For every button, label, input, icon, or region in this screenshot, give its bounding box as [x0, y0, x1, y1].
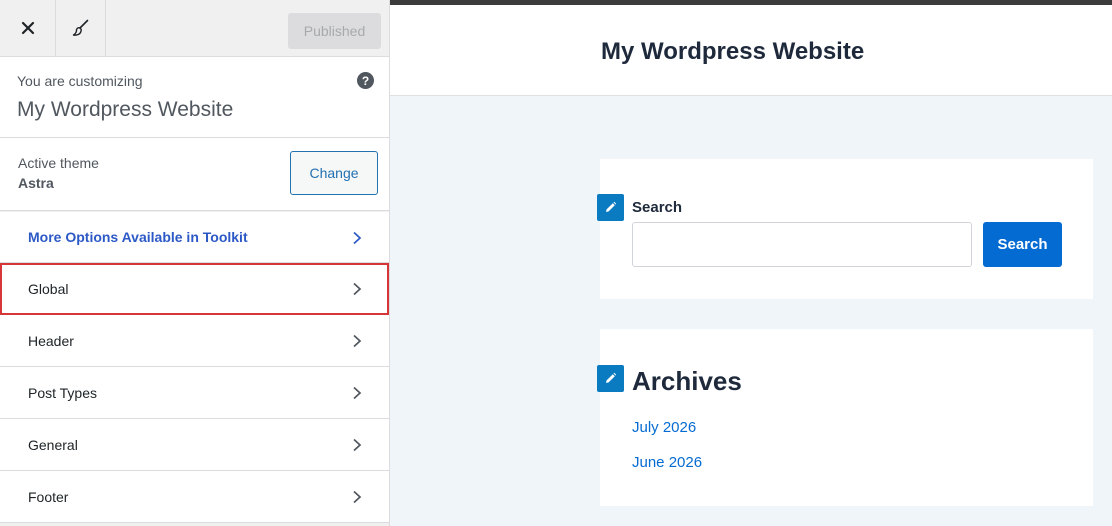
panel-label: Post Types [28, 384, 98, 401]
chevron-right-icon [353, 490, 362, 504]
active-theme-label: Active theme [18, 155, 99, 171]
edit-search-widget-button[interactable] [597, 194, 624, 221]
customizing-site-title: My Wordpress Website [17, 98, 234, 121]
panel-label: Footer [28, 488, 69, 505]
edit-archives-widget-button[interactable] [597, 365, 624, 392]
panel-post-types[interactable]: Post Types [0, 367, 389, 419]
archives-title: Archives [632, 366, 742, 396]
change-theme-button[interactable]: Change [290, 151, 378, 195]
design-preview-button[interactable] [56, 0, 106, 56]
search-input[interactable] [632, 222, 972, 267]
archive-link[interactable]: July 2026 [632, 419, 696, 436]
panel-general[interactable]: General [0, 419, 389, 471]
chevron-right-icon [353, 438, 362, 452]
brush-icon [72, 19, 88, 36]
search-widget-label: Search [632, 199, 683, 216]
site-preview: My Wordpress Website Search Search Archi… [390, 5, 1112, 526]
customizer-panels: More Options Available in Toolkit Global… [0, 212, 389, 523]
close-button[interactable] [0, 0, 56, 56]
panel-label: Global [28, 280, 69, 297]
pencil-icon [606, 201, 617, 212]
chevron-right-icon [353, 282, 362, 296]
search-widget: Search Search [597, 159, 1093, 299]
customizing-label: You are customizing [17, 73, 143, 89]
chevron-right-icon [353, 334, 362, 348]
help-icon[interactable]: ? [357, 72, 374, 89]
customizer-sidebar: Published You are customizing My Wordpre… [0, 0, 390, 526]
customize-info: You are customizing My Wordpress Website… [0, 57, 389, 138]
panel-footer[interactable]: Footer [0, 471, 389, 523]
active-theme-section: Active theme Astra Change [0, 138, 389, 211]
search-button[interactable]: Search [983, 222, 1062, 267]
pencil-icon [606, 372, 617, 383]
chevron-right-icon [353, 386, 362, 400]
archives-widget: Archives July 2026 June 2026 [597, 329, 1093, 506]
chevron-right-icon [353, 231, 362, 245]
panel-label: More Options Available in Toolkit [28, 229, 248, 245]
customizer-header: Published [0, 0, 389, 57]
panel-label: Header [28, 332, 74, 349]
active-theme-name: Astra [18, 175, 54, 191]
panel-header[interactable]: Header [0, 315, 389, 367]
panel-label: General [28, 436, 78, 453]
site-header: My Wordpress Website [390, 5, 1112, 96]
archive-link[interactable]: June 2026 [632, 454, 702, 471]
close-icon [21, 21, 34, 35]
panel-toolkit[interactable]: More Options Available in Toolkit [0, 212, 389, 263]
panel-global[interactable]: Global [0, 263, 389, 315]
site-title[interactable]: My Wordpress Website [601, 38, 864, 66]
publish-button[interactable]: Published [288, 13, 381, 49]
